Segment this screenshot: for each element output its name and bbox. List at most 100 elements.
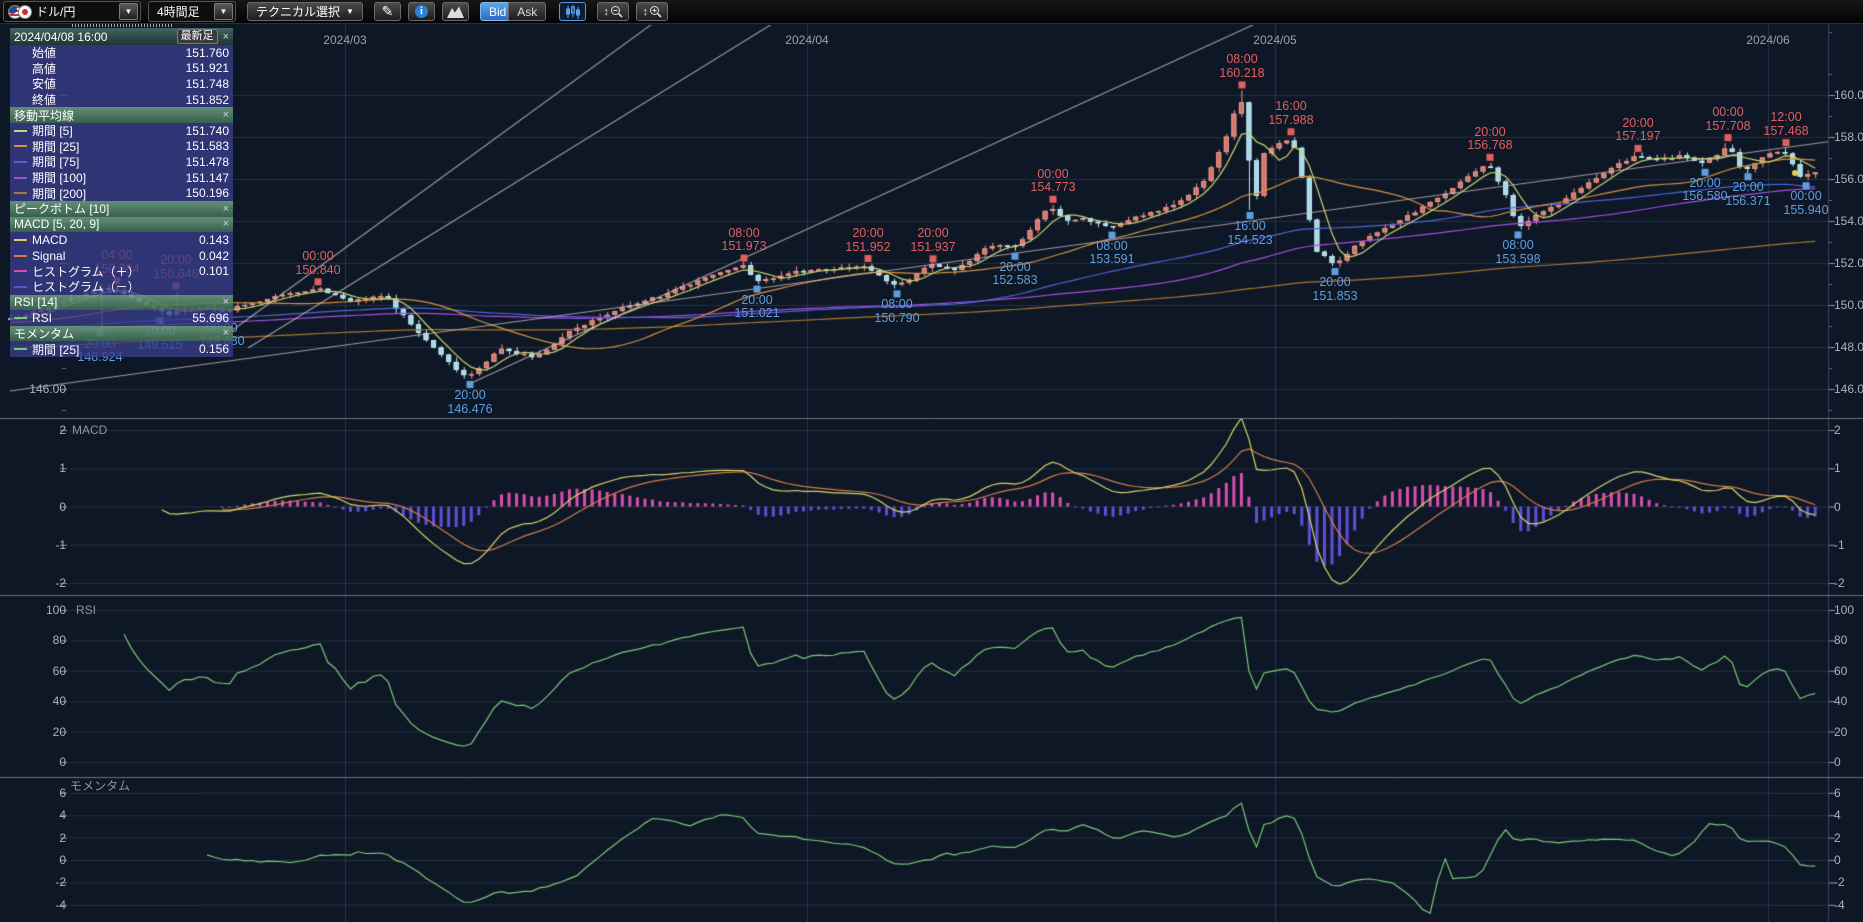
macd-axis-label: 2	[1834, 423, 1841, 437]
bottom-annotation: 08:00150.790	[874, 298, 919, 325]
row-label: ヒストグラム（＋）	[32, 263, 199, 280]
close-icon[interactable]: ×	[223, 296, 229, 308]
close-icon[interactable]: ×	[223, 109, 229, 121]
series-color-swatch	[14, 145, 27, 147]
series-color-swatch	[14, 161, 27, 163]
annotation-time: 20:00	[1615, 117, 1660, 131]
annotation-price: 150.790	[874, 312, 919, 326]
peak-annotation: 12:00157.468	[1763, 111, 1808, 138]
pencil-icon: ✎	[382, 3, 394, 20]
annotation-time: 20:00	[992, 261, 1037, 275]
momentum-panel-title: モメンタム	[70, 777, 130, 794]
price-axis-label: 146.0	[1834, 382, 1863, 396]
annotation-time: 20:00	[1467, 126, 1512, 140]
rsi-axis-label: 60	[1834, 664, 1847, 678]
rsi-axis-label: 20	[0, 725, 66, 739]
annotation-time: 20:00	[845, 227, 890, 241]
rsi-axis-label: 0	[1834, 755, 1841, 769]
annotation-price: 151.973	[721, 240, 766, 254]
indicator-value-row: 始値151.760	[10, 45, 233, 61]
row-value: 151.748	[186, 77, 229, 91]
peak-annotation: 20:00156.768	[1467, 126, 1512, 153]
bid-ask-toggle: Bid Ask	[480, 2, 546, 21]
row-value: 151.760	[186, 46, 229, 60]
momentum-axis-label: 2	[0, 831, 66, 845]
momentum-axis-label: -4	[0, 898, 66, 912]
candlestick-type-button[interactable]	[559, 2, 586, 21]
info-button[interactable]: i	[408, 2, 435, 21]
toolbar: ドル/円 ▼ 4時間足 ▼ テクニカル選択 ▼ ✎ i Bid Ask ↕	[0, 0, 1863, 24]
bottom-annotation: 00:00155.940	[1783, 190, 1828, 217]
peak-annotation: 20:00157.197	[1615, 117, 1660, 144]
row-label: モメンタム	[14, 325, 218, 342]
annotation-price: 157.197	[1615, 130, 1660, 144]
annotation-price: 157.468	[1763, 125, 1808, 139]
close-icon[interactable]: ×	[223, 203, 229, 215]
momentum-axis-label: 6	[1834, 786, 1841, 800]
annotation-price: 146.476	[447, 403, 492, 417]
momentum-axis-label: 0	[0, 853, 66, 867]
annotation-price: 156.371	[1725, 195, 1770, 209]
info-icon: i	[415, 5, 428, 18]
annotation-time: 20:00	[1725, 181, 1770, 195]
date-axis-label: 2024/06	[1746, 33, 1789, 47]
peak-annotation: 00:00154.773	[1030, 168, 1075, 195]
annotation-price: 153.598	[1495, 253, 1540, 267]
indicator-value-row: 期間 [25]151.583	[10, 139, 233, 155]
bottom-annotation: 08:00153.591	[1089, 240, 1134, 267]
price-chart-canvas[interactable]	[0, 0, 1863, 922]
price-axis-label: 156.0	[1834, 172, 1863, 186]
indicator-header-row: MACD [5, 20, 9]×	[10, 217, 233, 233]
peak-annotation: 00:00157.708	[1705, 106, 1750, 133]
row-label: ヒストグラム（－）	[32, 278, 229, 295]
zoom-out-button[interactable]: ↕	[597, 2, 629, 21]
peak-annotation: 20:00151.952	[845, 227, 890, 254]
rsi-axis-label: 100	[0, 603, 66, 617]
chevron-down-icon[interactable]: ▼	[214, 3, 233, 20]
indicator-info-panel[interactable]: 2024/04/08 16:00 最新足 × 始値151.760高値151.92…	[10, 28, 233, 357]
bottom-annotation: 20:00156.371	[1725, 181, 1770, 208]
timeframe-select[interactable]: 4時間足 ▼	[148, 1, 236, 22]
annotation-time: 08:00	[1089, 240, 1134, 254]
rsi-axis-label: 100	[1834, 603, 1854, 617]
indicator-value-row: Signal0.042	[10, 248, 233, 264]
row-label: 始値	[32, 44, 186, 61]
row-value: 150.196	[186, 186, 229, 200]
row-label: 高値	[32, 60, 186, 77]
rsi-axis-label: 40	[0, 694, 66, 708]
annotation-time: 20:00	[1682, 177, 1727, 191]
annotation-time: 00:00	[295, 250, 340, 264]
price-axis-label: 158.0	[1834, 130, 1863, 144]
draw-tool-button[interactable]: ✎	[374, 2, 401, 21]
chart-style-button[interactable]	[442, 2, 469, 21]
annotation-time: 08:00	[874, 298, 919, 312]
currency-pair-select[interactable]: ドル/円 ▼	[3, 1, 141, 22]
close-icon[interactable]: ×	[223, 31, 229, 43]
price-axis-label: 160.0	[1834, 88, 1863, 102]
indicator-header-row: 移動平均線×	[10, 107, 233, 123]
vertical-arrows-icon: ↕	[643, 6, 649, 18]
technical-select-button[interactable]: テクニカル選択 ▼	[247, 2, 363, 21]
rsi-axis-label: 60	[0, 664, 66, 678]
close-icon[interactable]: ×	[223, 218, 229, 230]
annotation-time: 00:00	[1030, 168, 1075, 182]
row-value: 0.156	[199, 342, 229, 356]
series-color-swatch	[14, 239, 27, 241]
macd-axis-label: 1	[1834, 461, 1841, 475]
close-icon[interactable]: ×	[223, 327, 229, 339]
zoom-in-button[interactable]: ↕	[636, 2, 668, 21]
series-color-swatch	[14, 317, 27, 319]
row-value: 151.921	[186, 61, 229, 75]
annotation-time: 12:00	[1763, 111, 1808, 125]
row-label: RSI	[32, 311, 192, 325]
ask-button[interactable]: Ask	[508, 2, 546, 21]
momentum-axis-label: 4	[0, 808, 66, 822]
row-label: 期間 [75]	[32, 153, 186, 170]
latest-bar-badge[interactable]: 最新足	[177, 29, 218, 44]
chevron-down-icon[interactable]: ▼	[119, 3, 138, 20]
momentum-axis-label: 4	[1834, 808, 1841, 822]
indicator-value-row: 期間 [25]0.156	[10, 341, 233, 357]
momentum-axis-label: 6	[0, 786, 66, 800]
annotation-time: 20:00	[734, 294, 779, 308]
momentum-axis-label: -4	[1834, 898, 1845, 912]
